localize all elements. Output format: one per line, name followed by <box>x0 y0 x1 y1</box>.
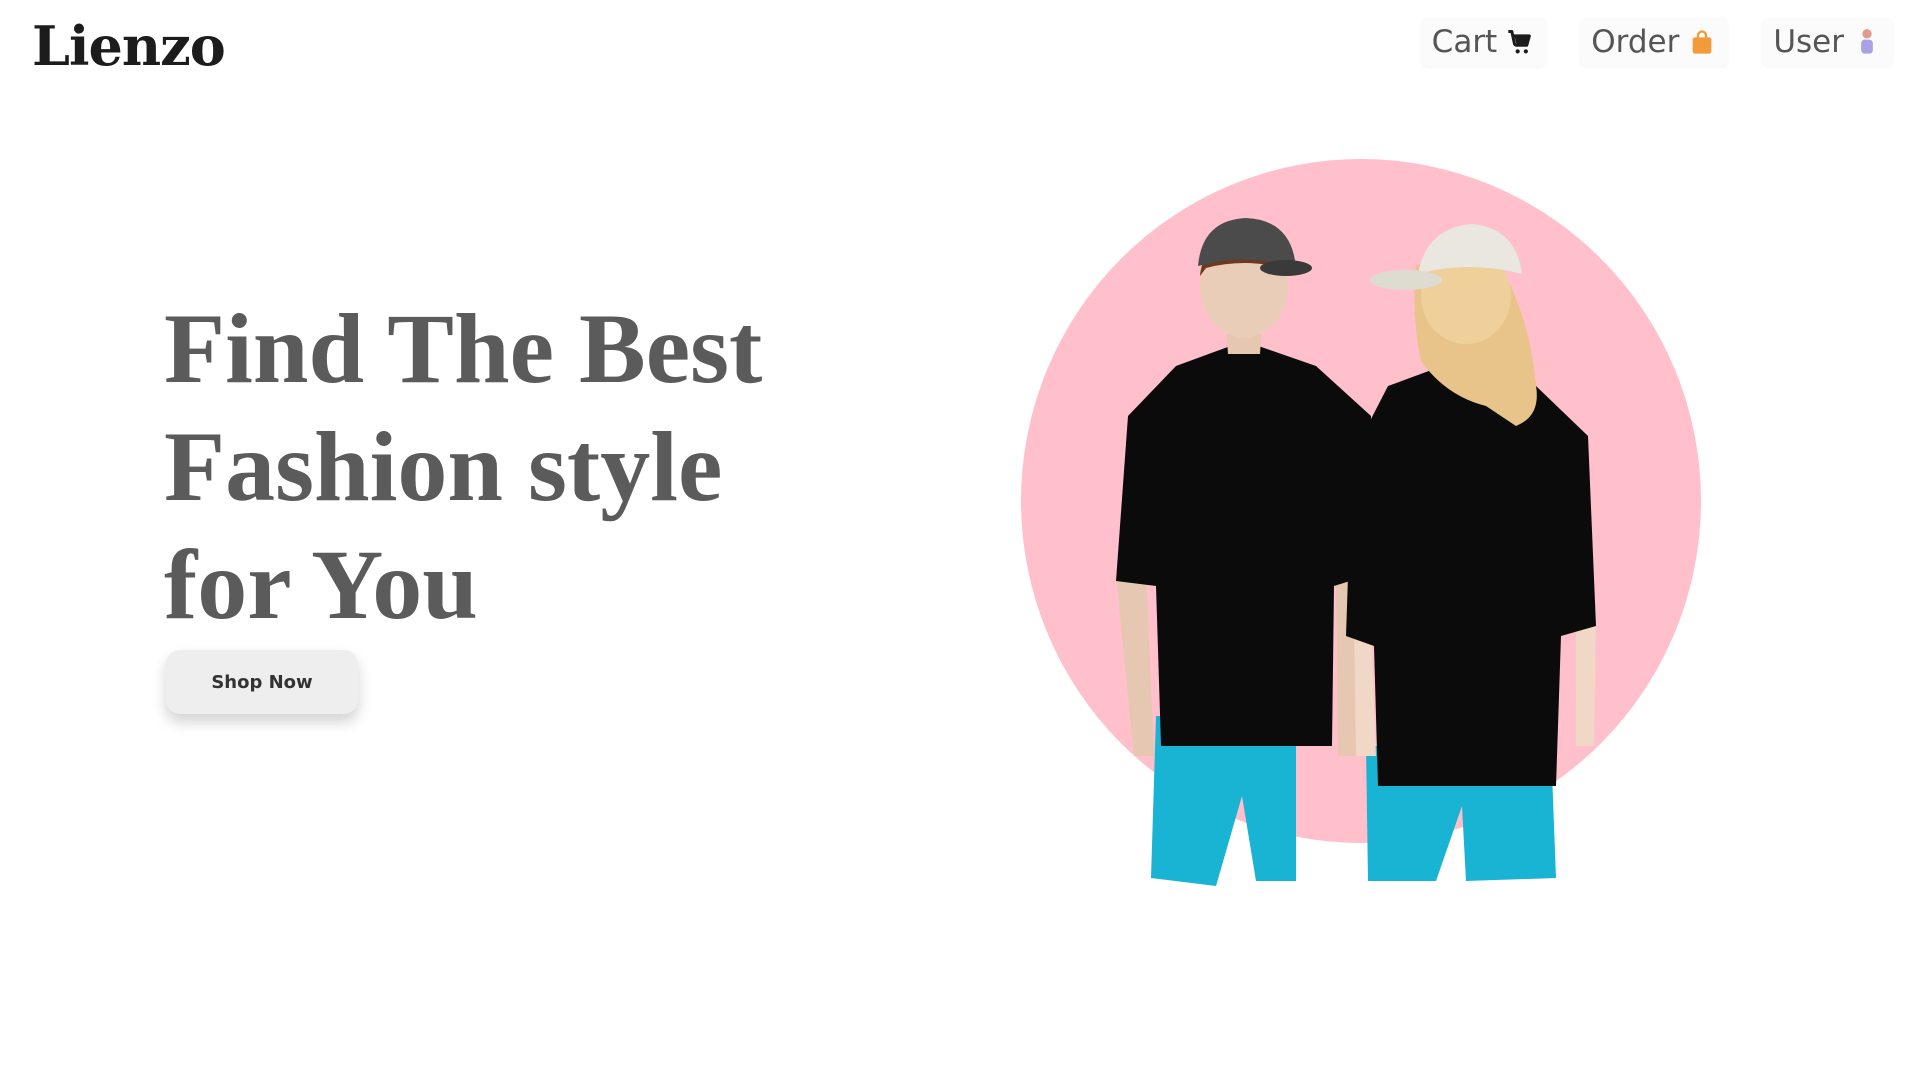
nav-order-label: Order <box>1591 24 1680 60</box>
nav-order[interactable]: Order <box>1581 18 1728 66</box>
cart-icon <box>1505 27 1535 57</box>
site-header: Lienzo Cart Order User <box>0 0 1920 96</box>
nav-cart[interactable]: Cart <box>1421 18 1546 66</box>
user-icon <box>1852 27 1882 57</box>
top-nav: Cart Order User <box>1421 18 1892 66</box>
bag-icon <box>1687 27 1717 57</box>
hero-title-line: for You <box>164 529 478 640</box>
nav-user[interactable]: User <box>1763 18 1892 66</box>
brand-logo[interactable]: Lienzo <box>32 14 226 78</box>
hero-title-line: Fashion style <box>164 411 723 522</box>
nav-cart-label: Cart <box>1431 24 1498 60</box>
hero-image <box>1016 156 1706 896</box>
nav-user-label: User <box>1773 24 1844 60</box>
models-illustration <box>1021 159 1701 886</box>
shop-now-button[interactable]: Shop Now <box>166 650 358 714</box>
hero-title-line: Find The Best <box>164 293 763 404</box>
hero-title: Find The Best Fashion style for You <box>164 290 864 644</box>
